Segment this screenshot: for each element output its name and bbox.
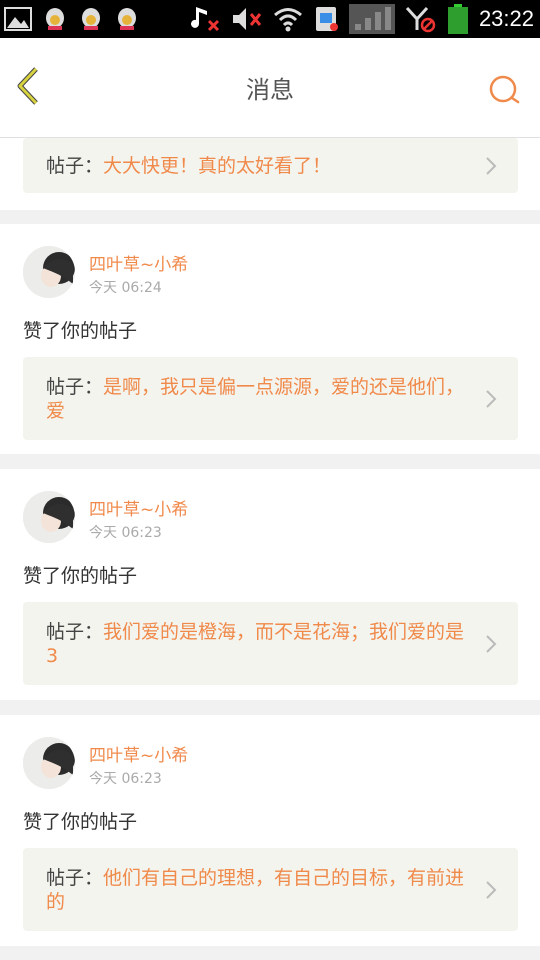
message-card: 帖子：大大快更！真的太好看了！ — [0, 138, 540, 210]
post-text: 我们爱的是橙海，而不是花海；我们爱的是3 — [46, 620, 465, 667]
post-prefix: 帖子： — [46, 866, 104, 889]
post-text: 他们有自己的理想，有自己的目标，有前进的 — [46, 866, 465, 913]
action-text: 赞了你的帖子 — [23, 565, 138, 587]
gallery-icon — [4, 7, 32, 31]
qq-icon — [46, 8, 64, 30]
status-bar: 23:22 — [0, 0, 540, 38]
post-preview[interactable]: 帖子：是啊，我只是偏一点源源，爱的还是他们，爱 — [23, 357, 518, 440]
clock: 23:22 — [478, 6, 534, 31]
post-preview[interactable]: 帖子：我们爱的是橙海，而不是花海；我们爱的是3 — [23, 602, 518, 685]
sim-icon — [315, 7, 338, 31]
chevron-right-icon — [486, 389, 497, 408]
timestamp: 今天 06:23 — [89, 525, 162, 541]
avatar[interactable] — [23, 737, 75, 789]
signal-icon — [348, 4, 395, 34]
chevron-right-icon — [486, 880, 497, 899]
action-text: 赞了你的帖子 — [23, 811, 138, 833]
message-card: 四叶草~小希 今天 06:24 赞了你的帖子 帖子：是啊，我只是偏一点源源，爱的… — [0, 224, 540, 454]
avatar[interactable] — [23, 246, 75, 298]
action-text: 赞了你的帖子 — [23, 320, 138, 342]
chevron-right-icon — [486, 634, 497, 653]
post-prefix: 帖子： — [46, 620, 104, 643]
post-text: 是啊，我只是偏一点源源，爱的还是他们，爱 — [46, 375, 465, 422]
timestamp: 今天 06:24 — [89, 280, 162, 296]
app-header: 消息 — [0, 38, 540, 138]
chevron-right-icon — [486, 156, 497, 175]
battery-icon — [447, 4, 468, 34]
search-button[interactable] — [488, 74, 520, 106]
timestamp: 今天 06:23 — [89, 771, 162, 787]
message-card: 四叶草~小希 今天 06:23 赞了你的帖子 帖子：他们有自己的理想，有自己的目… — [0, 715, 540, 946]
search-icon — [489, 75, 520, 104]
post-prefix: 帖子： — [46, 375, 104, 398]
music-muted-icon — [190, 7, 219, 32]
post-text: 大大快更！真的太好看了！ — [103, 154, 332, 177]
qq-icon — [82, 8, 100, 30]
wifi-icon — [273, 8, 302, 32]
no-signal-icon — [405, 6, 436, 33]
message-card: 四叶草~小希 今天 06:23 赞了你的帖子 帖子：我们爱的是橙海，而不是花海；… — [0, 469, 540, 700]
avatar[interactable] — [23, 491, 75, 543]
username[interactable]: 四叶草~小希 — [89, 250, 188, 275]
username[interactable]: 四叶草~小希 — [89, 741, 188, 766]
volume-muted-icon — [232, 8, 262, 30]
page-title: 消息 — [246, 76, 294, 104]
post-prefix: 帖子： — [46, 154, 104, 177]
post-preview[interactable]: 帖子：他们有自己的理想，有自己的目标，有前进的 — [23, 848, 518, 931]
username[interactable]: 四叶草~小希 — [89, 495, 188, 520]
qq-icon — [118, 8, 136, 30]
post-preview[interactable]: 帖子：大大快更！真的太好看了！ — [23, 138, 518, 193]
